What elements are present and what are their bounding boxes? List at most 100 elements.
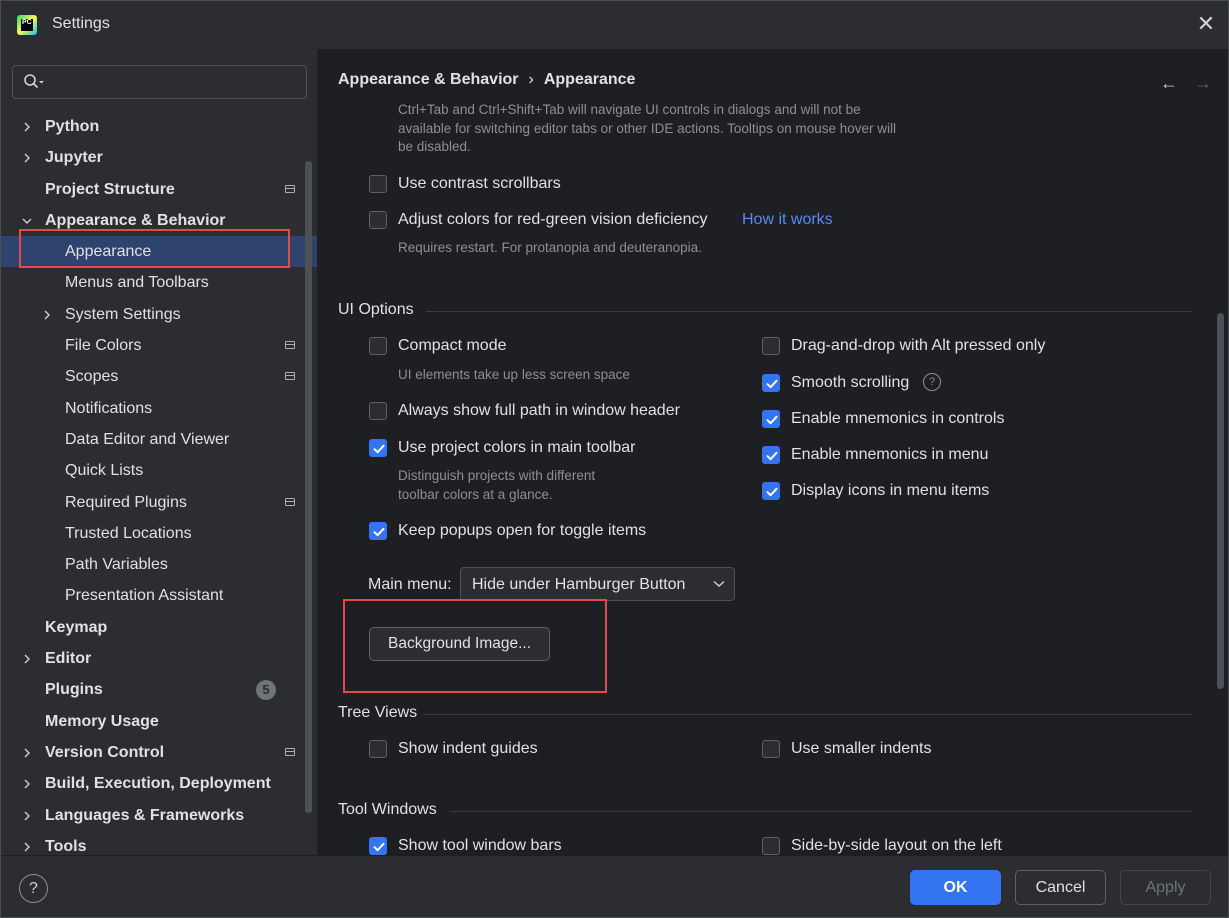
sidebar-item[interactable]: Quick Lists [1,455,317,486]
sidebar-item[interactable]: Languages & Frameworks [1,800,317,831]
chevron-right-icon[interactable] [22,153,32,163]
sidebar-item-label: Version Control [45,743,165,761]
sidebar-item[interactable]: Required Plugins [1,487,317,518]
sidebar-item[interactable]: Menus and Toolbars [1,267,317,298]
accessibility-hint-line1: Ctrl+Tab and Ctrl+Shift+Tab will navigat… [398,102,861,117]
sidebar-item-label: Presentation Assistant [65,587,224,605]
menu-icons-label[interactable]: Display icons in menu items [791,482,989,500]
sidebar-item[interactable]: Scopes [1,361,317,392]
mnemonics-controls-label[interactable]: Enable mnemonics in controls [791,410,1004,428]
dialog-footer: ? OK Cancel Apply [1,855,1228,917]
mnemonics-menu-label[interactable]: Enable mnemonics in menu [791,446,988,464]
full-path-checkbox[interactable] [369,402,387,420]
smaller-indents-checkbox[interactable] [762,740,780,758]
sidebar-item[interactable]: Keymap [1,612,317,643]
chevron-right-icon[interactable] [22,748,32,758]
full-path-label[interactable]: Always show full path in window header [398,402,680,420]
sidebar-item-label: Project Structure [45,180,175,198]
ui-options-divider [426,311,1192,312]
side-by-side-checkbox[interactable] [762,837,780,855]
drag-drop-alt-label[interactable]: Drag-and-drop with Alt pressed only [791,337,1045,355]
sidebar-item-label: Menus and Toolbars [65,274,209,292]
cancel-button[interactable]: Cancel [1015,870,1106,905]
project-scope-icon [285,497,295,506]
sidebar-item[interactable]: Presentation Assistant [1,580,317,611]
sidebar-item[interactable]: Python [1,111,317,142]
sidebar-item[interactable]: System Settings [1,299,317,330]
tool-window-bars-checkbox[interactable] [369,837,387,855]
settings-window: PC Settings ✕ Python Jupyter Project Struc… [0,0,1229,918]
sidebar-item[interactable]: File Colors [1,330,317,361]
back-arrow-icon[interactable]: ← [1160,73,1178,94]
tool-windows-divider [451,811,1192,812]
mnemonics-menu-checkbox[interactable] [762,446,780,464]
sidebar-item-label: Build, Execution, Deployment [45,775,271,793]
compact-mode-hint: UI elements take up less screen space [398,367,630,382]
accessibility-hint-line3: be disabled. [398,139,471,154]
keep-popups-label[interactable]: Keep popups open for toggle items [398,522,646,540]
main-scrollbar[interactable] [1217,313,1224,689]
sidebar-item[interactable]: Notifications [1,393,317,424]
contrast-scrollbars-checkbox[interactable] [369,175,387,193]
chevron-right-icon[interactable] [22,122,32,132]
compact-mode-label[interactable]: Compact mode [398,337,507,355]
keep-popups-checkbox[interactable] [369,522,387,540]
sidebar-scrollbar[interactable] [305,161,312,813]
checkmark-icon [766,451,778,461]
tool-window-bars-label[interactable]: Show tool window bars [398,837,562,855]
sidebar-item[interactable]: Data Editor and Viewer [1,424,317,455]
color-deficiency-checkbox[interactable] [369,211,387,229]
smaller-indents-label[interactable]: Use smaller indents [791,740,932,758]
checkmark-icon [766,415,778,425]
logo-text: PC [21,19,33,31]
settings-search-box[interactable] [12,65,307,99]
chevron-right-icon[interactable] [42,310,52,320]
project-colors-label[interactable]: Use project colors in main toolbar [398,439,635,457]
sidebar-item-label: Plugins [45,681,103,699]
sidebar-item-label: Quick Lists [65,462,144,480]
indent-guides-label[interactable]: Show indent guides [398,740,538,758]
ok-button[interactable]: OK [910,870,1001,905]
sidebar-item[interactable]: Version Control [1,737,317,768]
help-button[interactable]: ? [19,874,48,903]
compact-mode-checkbox[interactable] [369,337,387,355]
side-by-side-label[interactable]: Side-by-side layout on the left [791,837,1002,855]
close-icon[interactable]: ✕ [1194,13,1218,37]
sidebar-item[interactable]: Path Variables [1,549,317,580]
sidebar-item[interactable]: Editor [1,643,317,674]
indent-guides-checkbox[interactable] [369,740,387,758]
tree-views-section-title: Tree Views [338,704,418,721]
sidebar-item-label: Memory Usage [45,712,159,730]
drag-drop-alt-checkbox[interactable] [762,337,780,355]
ui-options-section-title: UI Options [338,301,414,318]
chevron-right-icon[interactable] [22,654,32,664]
sidebar-item-label: Scopes [65,368,119,386]
breadcrumb-parent[interactable]: Appearance & Behavior [338,71,519,88]
main-menu-dropdown[interactable]: Hide under Hamburger Button [460,567,735,601]
sidebar-item[interactable]: Build, Execution, Deployment [1,768,317,799]
project-colors-checkbox[interactable] [369,439,387,457]
search-input[interactable] [53,70,297,94]
sidebar-item[interactable]: Trusted Locations [1,518,317,549]
appearance-highlight-box [19,229,290,268]
chevron-right-icon[interactable] [22,842,32,852]
menu-icons-checkbox[interactable] [762,482,780,500]
chevron-right-icon[interactable] [22,811,32,821]
mnemonics-controls-checkbox[interactable] [762,410,780,428]
chevron-down-icon[interactable] [22,216,32,226]
smooth-scrolling-label[interactable]: Smooth scrolling [791,374,909,392]
checkmark-icon [766,487,778,497]
color-deficiency-label[interactable]: Adjust colors for red-green vision defic… [398,211,707,229]
sidebar-item[interactable]: Project Structure [1,174,317,205]
contrast-scrollbars-label[interactable]: Use contrast scrollbars [398,175,561,193]
how-it-works-link[interactable]: How it works [742,211,833,229]
forward-arrow-icon[interactable]: → [1194,73,1212,94]
chevron-right-icon[interactable] [22,779,32,789]
help-icon[interactable]: ? [923,373,941,391]
tree-views-divider [425,714,1192,715]
apply-button[interactable]: Apply [1120,870,1211,905]
sidebar-item[interactable]: Memory Usage [1,706,317,737]
sidebar-item[interactable]: Jupyter [1,142,317,173]
smooth-scrolling-checkbox[interactable] [762,374,780,392]
sidebar-item[interactable]: Plugins 5 [1,674,317,705]
